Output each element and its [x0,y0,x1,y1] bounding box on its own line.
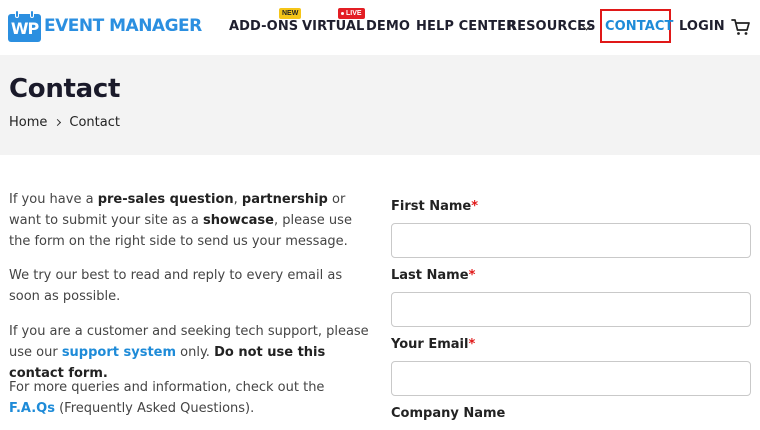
chevron-right-icon [54,118,62,127]
breadcrumb-home[interactable]: Home [9,115,47,130]
last-name-label: Last Name* [391,268,476,283]
page-title: Contact [9,74,121,104]
cart-icon[interactable] [731,17,751,37]
company-name-label: Company Name [391,406,506,421]
intro-paragraph-faq: For more queries and information, check … [9,380,325,416]
new-badge: NEW [279,8,302,19]
email-label: Your Email* [391,337,476,352]
last-name-field[interactable] [391,292,751,327]
logo-calendar-icon: WP [8,10,41,42]
support-system-link[interactable]: support system [62,345,176,360]
email-field[interactable] [391,361,751,396]
site-logo[interactable]: WP EVENT MANAGER [8,9,202,43]
breadcrumb-current: Contact [69,115,120,130]
live-badge: LIVE [338,8,365,19]
breadcrumb: Home Contact [9,115,120,130]
nav-help-center[interactable]: HELP CENTER [416,19,516,34]
site-header: WP EVENT MANAGER ADD-ONS NEW VIRTUAL LIV… [0,0,760,55]
first-name-label: First Name* [391,199,479,214]
nav-demo[interactable]: DEMO [366,19,410,34]
nav-addons[interactable]: ADD-ONS [229,19,298,34]
nav-login[interactable]: LOGIN [679,19,725,34]
intro-paragraph-reply: We try our best to read and reply to eve… [9,268,343,304]
live-dot-icon [341,11,344,15]
faq-link[interactable]: F.A.Qs [9,401,55,416]
intro-paragraph-presales: If you have a pre-sales question, partne… [9,192,352,249]
nav-contact[interactable]: CONTACT [605,19,674,34]
intro-paragraph-support: If you are a customer and seeking tech s… [9,324,369,381]
page-title-band [0,55,760,155]
logo-mark-text: WP [10,19,39,38]
nav-virtual[interactable]: VIRTUAL [302,19,364,34]
first-name-field[interactable] [391,223,751,258]
logo-text: EVENT MANAGER [44,16,202,36]
live-badge-label: LIVE [346,10,362,17]
